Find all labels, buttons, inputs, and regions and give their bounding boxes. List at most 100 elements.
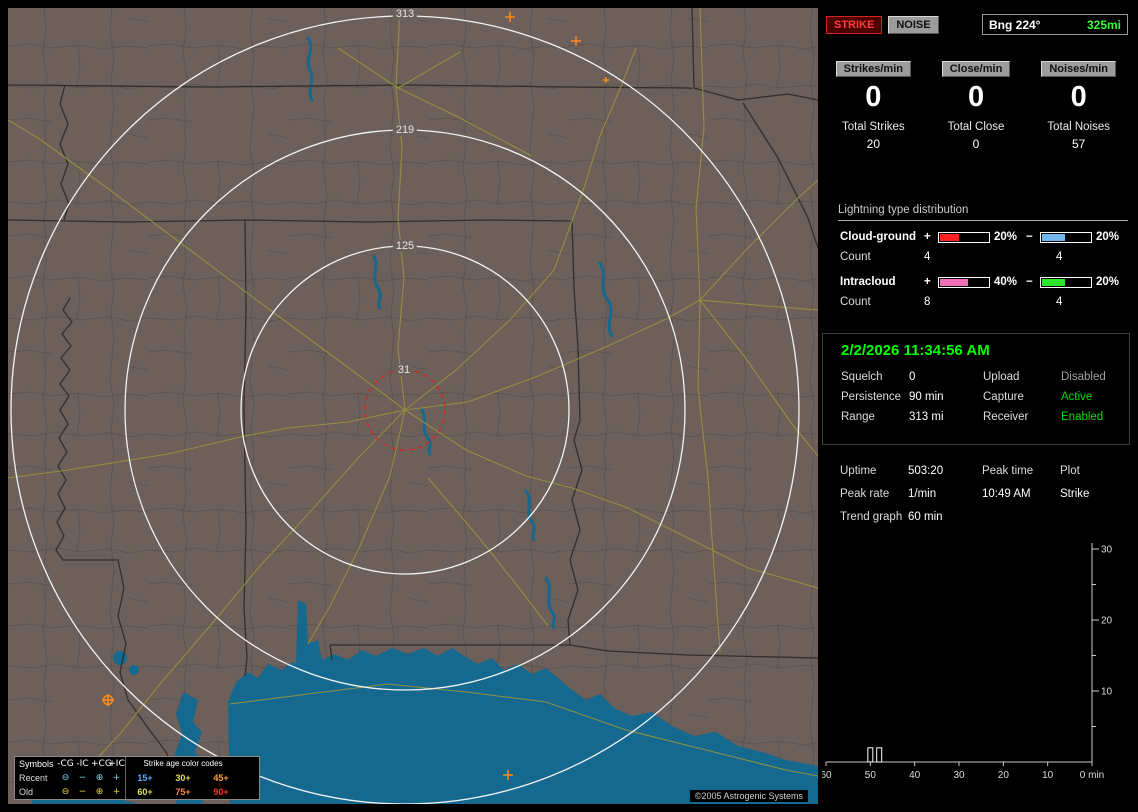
neg-ic-symbol-icon: − — [78, 773, 87, 783]
svg-text:10: 10 — [1101, 687, 1113, 698]
lightning-map[interactable]: 313 219 125 31 Symbols -CG -IC +CG +IC S… — [8, 8, 818, 804]
trend-section: Uptime 503:20 Peak time Plot Peak rate 1… — [822, 455, 1130, 804]
pos-ic-header: +IC — [108, 759, 125, 769]
cg-positive-count: 4 — [924, 251, 931, 263]
peak-time-label: Peak time — [982, 465, 1034, 477]
intracloud-row: Intracloud + 40% − 20% — [840, 276, 1128, 288]
ic-positive-pct: 40% — [994, 276, 1018, 288]
bearing-value: Bng 224° — [989, 17, 1041, 32]
persistence-label: Persistence — [841, 391, 902, 403]
cg-positive-bar — [938, 231, 990, 243]
copyright-notice: ©2005 Astrogenic Systems — [689, 790, 808, 802]
ic-negative-pct: 20% — [1096, 276, 1120, 288]
cg-positive-pct: 20% — [994, 231, 1018, 243]
strikes-per-min-label: Strikes/min — [835, 61, 911, 77]
strike-legend: Symbols -CG -IC +CG +IC Strike age color… — [14, 756, 260, 800]
pos-ic-symbol-icon: + — [112, 773, 121, 783]
total-noises-label: Total Noises — [1047, 121, 1110, 133]
ic-positive-bar — [938, 276, 990, 288]
intracloud-count-row: Count 8 4 — [840, 296, 1128, 308]
age-code: 15+ — [137, 773, 153, 783]
strike-toggle-button[interactable]: STRIKE — [826, 15, 883, 34]
ic-negative-bar — [1040, 276, 1092, 288]
total-close-value: 0 — [972, 137, 980, 151]
svg-text:30: 30 — [953, 770, 965, 781]
total-close-label: Total Close — [947, 121, 1005, 133]
counters-section: STRIKE NOISE Bng 224° 325mi Strikes/min … — [822, 10, 1130, 151]
svg-text:50: 50 — [865, 770, 877, 781]
legend-symbols-label: Symbols — [19, 759, 54, 769]
range-ring-label: 31 — [394, 364, 414, 376]
pos-cg-header: +CG — [91, 759, 112, 769]
close-per-min-value: 0 — [967, 81, 985, 113]
age-code: 90+ — [213, 787, 229, 797]
old-label: Old — [19, 787, 34, 797]
trend-graph-row: Trend graph 60 min — [840, 511, 1130, 523]
range-ring-label: 219 — [392, 124, 418, 136]
cloud-ground-row: Cloud-ground + 20% − 20% — [840, 231, 1128, 243]
plus-sign: + — [924, 276, 931, 288]
status-section: 2/2/2026 11:34:56 AM Squelch 0 Upload Di… — [822, 333, 1130, 445]
persistence-value: 90 min — [909, 391, 944, 403]
upload-status: Disabled — [1061, 371, 1106, 383]
minus-sign: − — [1026, 231, 1033, 243]
range-value: 313 mi — [909, 411, 944, 423]
plot-value: Strike — [1060, 488, 1090, 500]
strikes-counter: Strikes/min 0 Total Strikes 20 — [822, 59, 925, 151]
squelch-value: 0 — [909, 371, 916, 383]
svg-text:60: 60 — [822, 770, 832, 781]
receiver-label: Receiver — [983, 411, 1029, 423]
svg-text:40: 40 — [909, 770, 921, 781]
status-row: Range 313 mi Receiver Enabled — [841, 411, 1129, 423]
peak-rate-value: 1/min — [908, 488, 937, 500]
cloud-ground-label: Cloud-ground — [840, 231, 917, 243]
capture-label: Capture — [983, 391, 1024, 403]
age-code: 45+ — [213, 773, 229, 783]
pos-ic-symbol-icon: + — [112, 787, 121, 797]
ic-negative-count: 4 — [1056, 296, 1063, 308]
noises-counter: Noises/min 0 Total Noises 57 — [1027, 59, 1130, 151]
svg-text:0 min: 0 min — [1080, 770, 1104, 781]
noises-per-min-value: 0 — [1070, 81, 1087, 113]
total-noises-value: 57 — [1072, 137, 1086, 151]
close-counter: Close/min 0 Total Close 0 — [925, 59, 1028, 151]
age-code: 30+ — [175, 773, 191, 783]
status-panel: STRIKE NOISE Bng 224° 325mi Strikes/min … — [822, 0, 1132, 812]
noise-toggle-button[interactable]: NOISE — [888, 15, 939, 34]
upload-label: Upload — [983, 371, 1020, 383]
distribution-section: Lightning type distribution Cloud-ground… — [822, 204, 1130, 321]
pos-cg-symbol-icon: ⊕ — [95, 773, 104, 783]
neg-cg-symbol-icon: ⊖ — [61, 787, 70, 797]
legend-recent-row: Recent ⊖ − ⊕ + 15+ 30+ 45+ — [15, 771, 259, 785]
bearing-distance: 325mi — [1086, 17, 1121, 32]
svg-text:30: 30 — [1101, 545, 1113, 556]
trend-graph-window: 60 min — [908, 511, 943, 523]
range-ring-label: 313 — [392, 8, 418, 20]
neg-ic-symbol-icon: − — [78, 787, 87, 797]
cloud-ground-count-row: Count 4 4 — [840, 251, 1128, 263]
bearing-readout: Bng 224° 325mi — [982, 14, 1128, 35]
age-code: 60+ — [137, 787, 153, 797]
plus-sign: + — [924, 231, 931, 243]
neg-ic-header: -IC — [76, 759, 89, 769]
cg-negative-pct: 20% — [1096, 231, 1120, 243]
neg-cg-symbol-icon: ⊖ — [61, 773, 70, 783]
trend-graph-label: Trend graph — [840, 511, 903, 523]
range-ring-label: 125 — [392, 240, 418, 252]
status-row: Persistence 90 min Capture Active — [841, 391, 1129, 403]
strikes-per-min-value: 0 — [865, 81, 882, 113]
app-window: 313 219 125 31 Symbols -CG -IC +CG +IC S… — [0, 0, 1138, 812]
recent-label: Recent — [19, 773, 48, 783]
age-code: 75+ — [175, 787, 191, 797]
svg-text:20: 20 — [1101, 616, 1113, 627]
range-label: Range — [841, 411, 875, 423]
squelch-label: Squelch — [841, 371, 883, 383]
ic-positive-count: 8 — [924, 296, 931, 308]
pos-cg-symbol-icon: ⊕ — [95, 787, 104, 797]
peak-rate-label: Peak rate — [840, 488, 890, 500]
legend-old-row: Old ⊖ − ⊕ + 60+ 75+ 90+ — [15, 785, 259, 799]
cg-negative-bar — [1040, 231, 1092, 243]
trend-chart: 10 20 30 60 50 40 30 20 10 0 min — [822, 543, 1113, 781]
close-per-min-label: Close/min — [941, 61, 1011, 77]
count-label: Count — [840, 296, 871, 308]
